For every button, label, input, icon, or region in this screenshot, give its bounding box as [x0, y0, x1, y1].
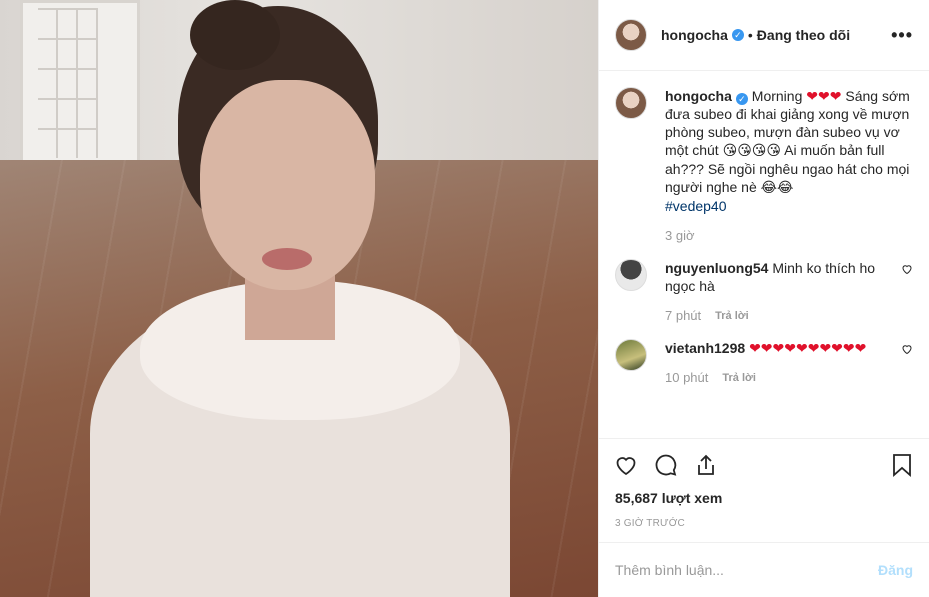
post-comment-button[interactable]: Đăng	[878, 562, 913, 578]
post-actions	[599, 438, 929, 490]
comment-time[interactable]: 10 phút	[665, 369, 708, 387]
comment-input[interactable]	[615, 562, 878, 578]
comment-item: nguyenluong54 Minh ko thích ho ngọc hà 7…	[615, 259, 913, 325]
author-username[interactable]: hongocha	[661, 27, 728, 43]
comments-list[interactable]: hongocha ✓ Morning ❤❤❤ Sáng sớm đưa subeo…	[599, 71, 929, 438]
author-avatar[interactable]	[615, 19, 647, 51]
caption-hearts: ❤❤❤	[806, 88, 842, 104]
caption-laugh-emojis: 😂😂	[760, 180, 794, 196]
share-icon[interactable]	[693, 452, 719, 478]
caption: hongocha ✓ Morning ❤❤❤ Sáng sớm đưa subeo…	[615, 87, 913, 245]
post-header: hongocha ✓ • Đang theo dõi •••	[599, 0, 929, 71]
view-count[interactable]: 85,687 lượt xem	[599, 490, 929, 512]
bookmark-icon[interactable]	[889, 452, 915, 478]
like-heart-icon[interactable]	[613, 452, 639, 478]
following-button[interactable]: Đang theo dõi	[757, 27, 850, 43]
comment-text: vietanh1298 ❤❤❤❤❤❤❤❤❤❤	[665, 339, 897, 357]
caption-kiss-emojis: 😘😘😘😘	[722, 143, 781, 159]
comment-bubble-icon[interactable]	[653, 452, 679, 478]
instagram-post: hongocha ✓ • Đang theo dõi ••• hongocha ✓…	[0, 0, 929, 597]
header-separator: •	[747, 27, 753, 43]
video-player[interactable]	[0, 0, 598, 597]
add-comment-bar: Đăng	[599, 542, 929, 597]
comment-item: vietanh1298 ❤❤❤❤❤❤❤❤❤❤ 10 phút Trả lời	[615, 339, 913, 387]
caption-text-a: Morning	[751, 88, 803, 104]
verified-badge-icon: ✓	[731, 29, 744, 41]
comment-username[interactable]: vietanh1298	[665, 340, 745, 356]
comment-avatar[interactable]	[615, 259, 647, 291]
comment-avatar[interactable]	[615, 339, 647, 371]
person-mouth	[262, 248, 312, 270]
caption-time[interactable]: 3 giờ	[665, 227, 695, 245]
more-options-icon[interactable]: •••	[891, 25, 913, 46]
comment-text: nguyenluong54 Minh ko thích ho ngọc hà	[665, 259, 897, 295]
reply-button[interactable]: Trả lời	[715, 307, 749, 325]
caption-username[interactable]: hongocha	[665, 88, 732, 104]
reply-button[interactable]: Trả lời	[722, 369, 756, 387]
verified-badge-icon: ✓	[735, 93, 748, 105]
comment-body: ❤❤❤❤❤❤❤❤❤❤	[749, 340, 867, 356]
comment-username[interactable]: nguyenluong54	[665, 260, 768, 276]
post-sidebar: hongocha ✓ • Đang theo dõi ••• hongocha ✓…	[598, 0, 929, 597]
post-timestamp[interactable]: 3 GIỜ TRƯỚC	[599, 512, 929, 542]
person-hair-bun	[190, 0, 280, 70]
like-comment-heart-icon[interactable]	[897, 339, 913, 387]
comment-time[interactable]: 7 phút	[665, 307, 701, 325]
like-comment-heart-icon[interactable]	[897, 259, 913, 325]
caption-text: hongocha ✓ Morning ❤❤❤ Sáng sớm đưa subeo…	[665, 87, 913, 215]
caption-avatar[interactable]	[615, 87, 647, 119]
door-window-grid	[38, 8, 98, 158]
caption-hashtag[interactable]: #vedep40	[665, 198, 727, 214]
